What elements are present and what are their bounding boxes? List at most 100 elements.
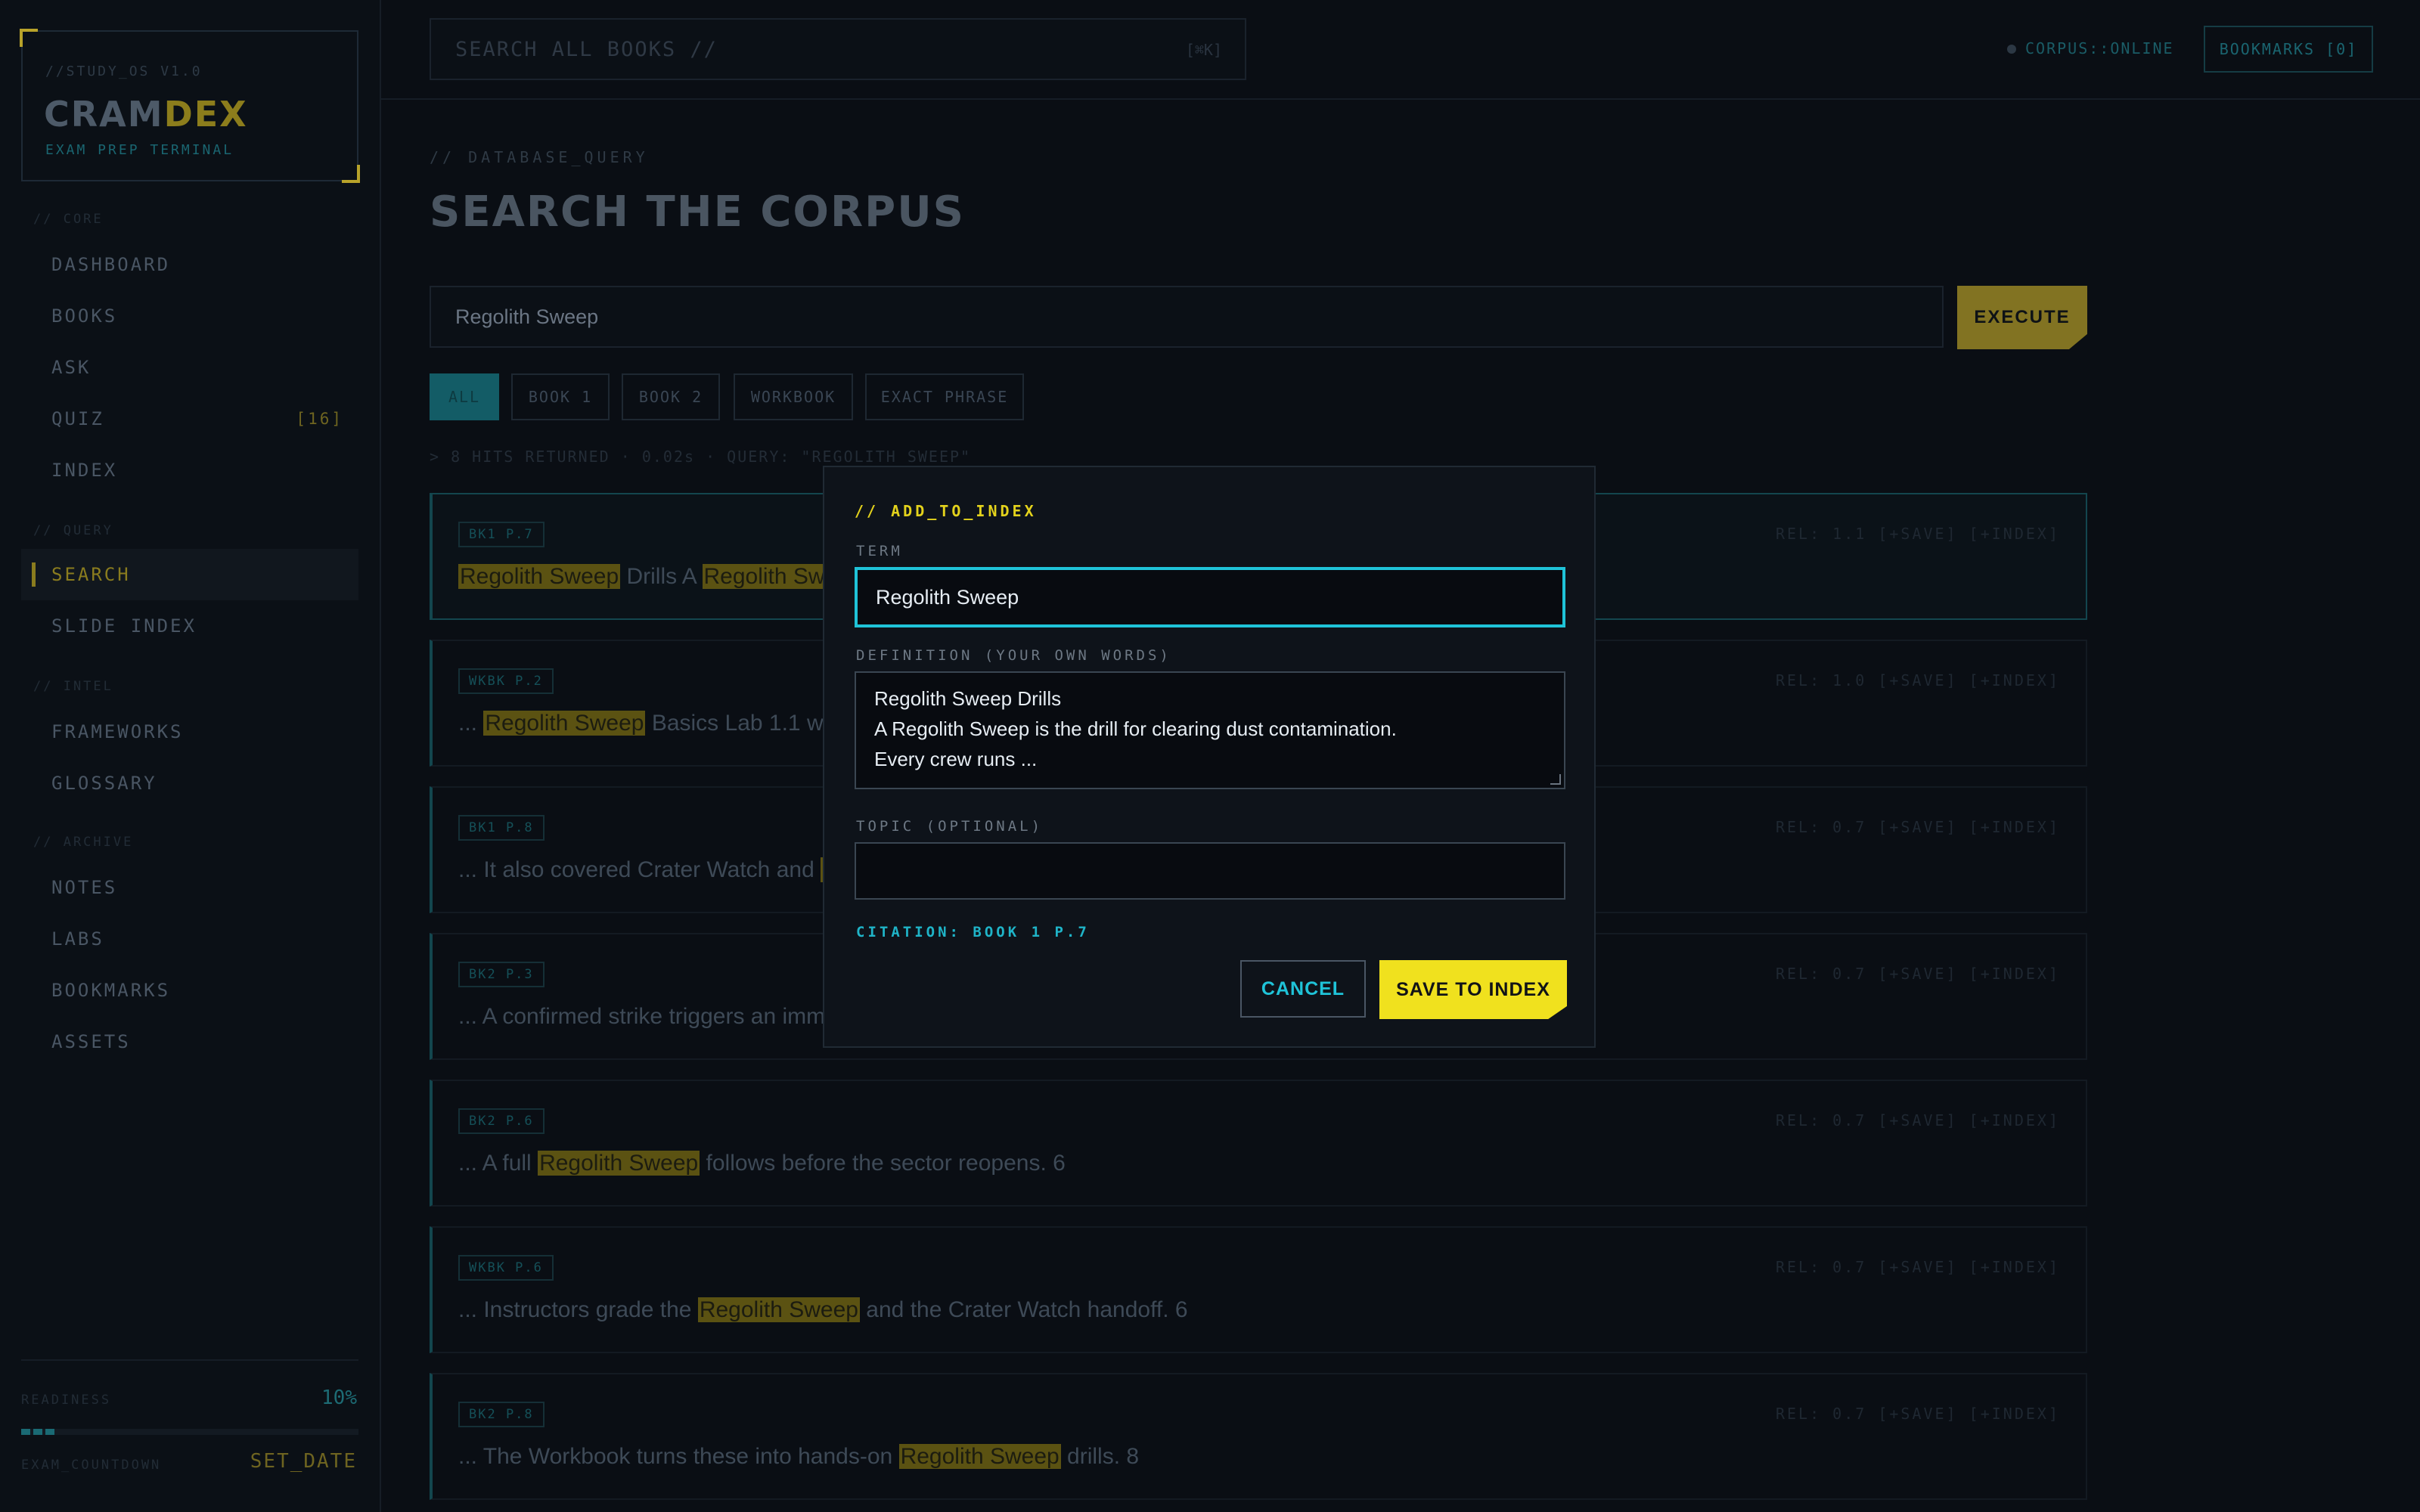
snippet-highlight: Regolith Sweep (898, 1444, 1061, 1469)
snippet-text: follows before the sector reopens. 6 (700, 1151, 1066, 1176)
snippet-text: ... A full (458, 1151, 538, 1176)
nav-section-intel: // INTEL (33, 679, 113, 694)
sidebar-item-label: GLOSSARY (51, 773, 157, 794)
sidebar: //STUDY_OS V1.0 CRAMDEX EXAM PREP TERMIN… (0, 0, 381, 1512)
snippet-text: Drills A (620, 564, 703, 589)
snippet-highlight: Regolith Sweep (483, 711, 646, 736)
sidebar-item-assets[interactable]: ASSETS (21, 1016, 358, 1067)
readiness-label: READINESS (21, 1393, 112, 1408)
result-snippet: ... A confirmed strike triggers an imme (458, 1004, 838, 1030)
citation-text: CITATION: BOOK 1 P.7 (856, 924, 1090, 940)
sidebar-item-label: NOTES (51, 877, 118, 898)
term-label: TERM (856, 543, 903, 559)
sidebar-divider (21, 1359, 358, 1361)
result-card[interactable]: BK2 P.6 ... A full Regolith Sweep follow… (430, 1080, 2087, 1207)
sidebar-item-search[interactable]: SEARCH (21, 549, 358, 600)
sidebar-item-label: BOOKS (51, 305, 118, 327)
search-shortcut-hint: [⌘K] (1185, 41, 1222, 59)
cancel-button[interactable]: CANCEL (1240, 960, 1366, 1018)
brand-corner-bottom-right (342, 165, 360, 183)
result-actions[interactable]: REL: 0.7 [+SAVE] [+INDEX] (1776, 965, 2060, 983)
sidebar-item-slide-index[interactable]: SLIDE INDEX (21, 600, 358, 652)
sidebar-item-index[interactable]: INDEX (21, 445, 358, 496)
result-actions[interactable]: REL: 0.7 [+SAVE] [+INDEX] (1776, 818, 2060, 836)
filter-chip-workbook[interactable]: WORKBOOK (734, 373, 853, 420)
sidebar-item-glossary[interactable]: GLOSSARY (21, 758, 358, 809)
page-eyebrow: // DATABASE_QUERY (430, 148, 649, 166)
result-card[interactable]: WKBK P.6 ... Instructors grade the Regol… (430, 1226, 2087, 1353)
result-ref-badge: BK2 P.8 (458, 1402, 544, 1427)
sidebar-item-labs[interactable]: LABS (21, 913, 358, 965)
global-search-input[interactable]: SEARCH ALL BOOKS // [⌘K] (430, 18, 1246, 80)
brand-corner-top-left (20, 29, 38, 47)
sidebar-item-label: DASHBOARD (51, 254, 171, 275)
sidebar-item-label: QUIZ (51, 408, 104, 429)
result-snippet: ... Regolith Sweep Basics Lab 1.1 walks (458, 711, 864, 736)
logo-part-a: CRAM (44, 94, 164, 135)
sidebar-item-books[interactable]: BOOKS (21, 290, 358, 342)
nav-section-query: // QUERY (33, 523, 113, 538)
result-card[interactable]: BK2 P.8 ... The Workbook turns these int… (430, 1373, 2087, 1500)
sidebar-item-notes[interactable]: NOTES (21, 862, 358, 913)
topbar: SEARCH ALL BOOKS // [⌘K] CORPUS::ONLINE … (381, 0, 2420, 100)
sidebar-item-frameworks[interactable]: FRAMEWORKS (21, 706, 358, 758)
result-ref-badge: BK2 P.6 (458, 1108, 544, 1134)
sidebar-item-label: INDEX (51, 460, 118, 481)
bookmarks-button[interactable]: BOOKMARKS [0] (2204, 26, 2373, 73)
sidebar-item-bookmarks[interactable]: BOOKMARKS (21, 965, 358, 1016)
snippet-highlight: Regolith Sweep (538, 1151, 700, 1176)
readiness-value: 10% (321, 1387, 357, 1409)
result-actions[interactable]: REL: 0.7 [+SAVE] [+INDEX] (1776, 1258, 2060, 1276)
snippet-text: ... It also covered Crater Watch and (458, 857, 821, 882)
readiness-progress-fill (21, 1429, 55, 1435)
definition-text: Regolith Sweep Drills A Regolith Sweep i… (874, 687, 1397, 770)
readiness-progress-bar (21, 1429, 358, 1435)
save-to-index-button[interactable]: SAVE TO INDEX (1379, 960, 1567, 1019)
result-snippet: Regolith Sweep Drills A Regolith Swee (458, 564, 852, 590)
brand-block: //STUDY_OS V1.0 CRAMDEX EXAM PREP TERMIN… (20, 29, 360, 183)
snippet-text: ... (458, 711, 484, 736)
definition-textarea[interactable]: Regolith Sweep Drills A Regolith Sweep i… (855, 671, 1565, 789)
app-version: //STUDY_OS V1.0 (45, 64, 203, 79)
corpus-status: CORPUS::ONLINE (2007, 39, 2174, 57)
topic-label: TOPIC (OPTIONAL) (856, 818, 1044, 835)
filter-chip-book-1[interactable]: BOOK 1 (511, 373, 610, 420)
term-input[interactable]: Regolith Sweep (855, 567, 1565, 627)
sidebar-item-ask[interactable]: ASK (21, 342, 358, 393)
page-title: SEARCH THE CORPUS (430, 187, 965, 237)
snippet-highlight: Regolith Sweep (458, 564, 621, 589)
set-date-button[interactable]: SET_DATE (250, 1450, 357, 1473)
sidebar-item-quiz[interactable]: QUIZ [16] (21, 393, 358, 445)
sidebar-item-label: SEARCH (51, 564, 131, 585)
sidebar-item-label: ASSETS (51, 1031, 131, 1052)
filter-chip-exact-phrase[interactable]: EXACT PHRASE (865, 373, 1024, 420)
result-snippet: ... A full Regolith Sweep follows before… (458, 1151, 1066, 1176)
result-snippet: ... Instructors grade the Regolith Sweep… (458, 1297, 1188, 1323)
sidebar-item-label: SLIDE INDEX (51, 615, 197, 637)
execute-button[interactable]: EXECUTE (1957, 286, 2087, 349)
filter-chip-book-2[interactable]: BOOK 2 (622, 373, 720, 420)
result-actions[interactable]: REL: 1.0 [+SAVE] [+INDEX] (1776, 671, 2060, 689)
sidebar-item-label: LABS (51, 928, 104, 950)
app-logo[interactable]: CRAMDEX (44, 94, 248, 135)
result-ref-badge: BK1 P.7 (458, 522, 544, 547)
sidebar-item-label: FRAMEWORKS (51, 721, 184, 742)
result-actions[interactable]: REL: 0.7 [+SAVE] [+INDEX] (1776, 1111, 2060, 1129)
resize-handle-icon[interactable] (1550, 774, 1561, 785)
global-search-placeholder: SEARCH ALL BOOKS // (455, 38, 718, 61)
sidebar-item-label: ASK (51, 357, 92, 378)
result-actions[interactable]: REL: 1.1 [+SAVE] [+INDEX] (1776, 525, 2060, 543)
app-tagline: EXAM PREP TERMINAL (45, 142, 234, 158)
topic-input[interactable] (855, 842, 1565, 900)
sidebar-item-dashboard[interactable]: DASHBOARD (21, 239, 358, 290)
result-actions[interactable]: REL: 0.7 [+SAVE] [+INDEX] (1776, 1405, 2060, 1423)
modal-title: // ADD_TO_INDEX (855, 502, 1037, 520)
result-ref-badge: BK2 P.3 (458, 962, 544, 987)
snippet-highlight: Regolith Sweep (697, 1297, 860, 1322)
add-to-index-modal: // ADD_TO_INDEX TERM Regolith Sweep DEFI… (823, 466, 1596, 1048)
definition-label: DEFINITION (YOUR OWN WORDS) (856, 647, 1171, 664)
sidebar-item-label: BOOKMARKS (51, 980, 171, 1001)
query-input[interactable]: Regolith Sweep (430, 286, 1944, 348)
filter-chip-all[interactable]: ALL (430, 373, 499, 420)
result-ref-badge: WKBK P.2 (458, 668, 554, 694)
